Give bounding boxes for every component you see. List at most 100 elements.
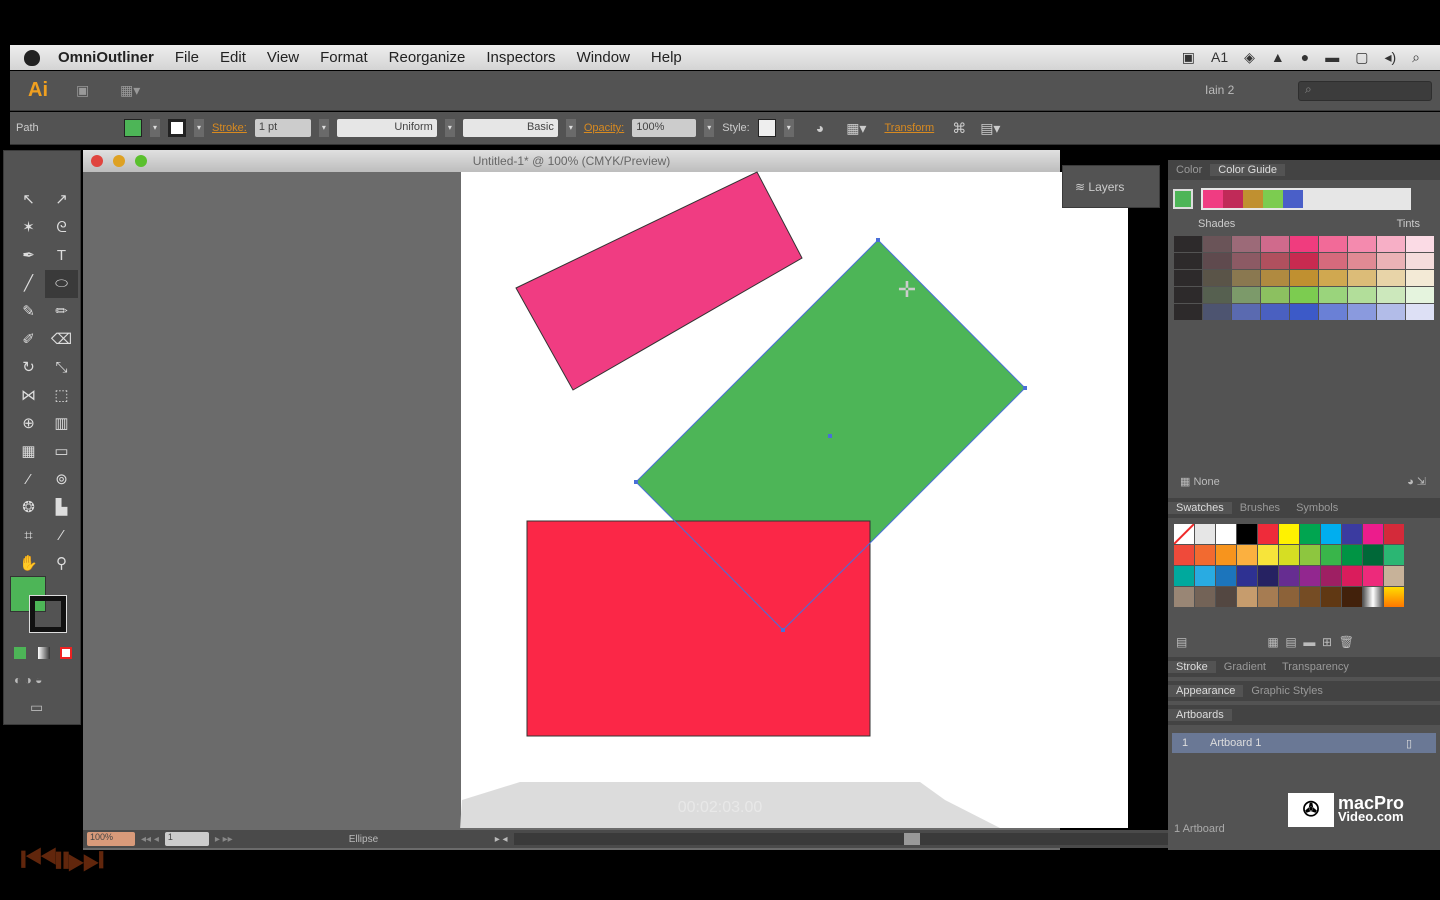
tab-color[interactable]: Color [1168,164,1210,176]
base-color-swatch[interactable] [1173,189,1193,209]
color-guide-swatch[interactable] [1377,253,1405,269]
chevron-down-icon[interactable]: ▾ [194,119,204,137]
swatch[interactable] [1195,566,1215,586]
tab-brushes[interactable]: Brushes [1232,502,1288,514]
color-guide-swatch[interactable] [1319,270,1347,286]
swatch[interactable] [1279,566,1299,586]
swatch[interactable] [1363,566,1383,586]
menu-app[interactable]: OmniOutliner [58,49,154,66]
color-guide-swatch[interactable] [1261,253,1289,269]
chevron-down-icon[interactable]: ▾ [565,119,576,137]
selection-tool-icon[interactable]: ↖ [12,186,45,214]
color-guide-swatch[interactable] [1174,304,1202,320]
menu-view[interactable]: View [267,49,299,66]
none-mode-button[interactable] [60,647,72,659]
swatch[interactable] [1195,524,1215,544]
swatch[interactable] [1384,545,1404,565]
artboard-row[interactable]: 1 Artboard 1 ▯ [1172,733,1436,753]
chevron-down-icon[interactable]: ▾ [318,119,329,137]
tab-graphic-styles[interactable]: Graphic Styles [1243,685,1331,697]
menu-file[interactable]: File [175,49,199,66]
tab-artboards[interactable]: Artboards [1168,709,1232,721]
display-icon[interactable]: ▬ [1325,49,1339,66]
swatch[interactable] [1216,566,1236,586]
tab-color-guide[interactable]: Color Guide [1210,164,1285,176]
swatch[interactable] [1384,587,1404,607]
width-tool-icon[interactable]: ⋈ [12,382,45,410]
color-guide-swatch[interactable] [1261,304,1289,320]
swatch[interactable] [1342,545,1362,565]
artboard-nav-prev[interactable]: ◂◂ ◂ [141,834,159,845]
color-guide-swatch[interactable] [1290,253,1318,269]
color-guide-swatch[interactable] [1261,270,1289,286]
line-tool-icon[interactable]: ╱ [12,270,45,298]
swatch[interactable] [1300,545,1320,565]
swatch[interactable] [1342,524,1362,544]
swatch[interactable] [1195,545,1215,565]
color-guide-swatch[interactable] [1406,236,1434,252]
color-guide-swatch[interactable] [1377,236,1405,252]
layers-panel-collapsed[interactable]: ≋ Layers [1062,165,1160,208]
align-icon[interactable]: ▦▾ [846,120,866,137]
bridge-icon[interactable]: ▣ [76,82,89,99]
perspective-grid-tool-icon[interactable]: ▥ [45,410,78,438]
swatch[interactable] [1237,566,1257,586]
color-guide-swatch[interactable] [1377,270,1405,286]
swatch[interactable] [1174,524,1194,544]
color-guide-swatch[interactable] [1406,304,1434,320]
color-guide-swatch[interactable] [1319,304,1347,320]
color-guide-swatch[interactable] [1174,287,1202,303]
chevron-down-icon[interactable]: ▾ [444,119,455,137]
color-guide-swatch[interactable] [1348,270,1376,286]
swatch[interactable] [1342,566,1362,586]
color-guide-swatch[interactable] [1232,304,1260,320]
color-guide-swatch[interactable] [1319,287,1347,303]
harmony-color[interactable] [1223,190,1243,208]
color-guide-swatch[interactable] [1203,236,1231,252]
eyedropper-tool-icon[interactable]: ⁄ [12,466,45,494]
apple-icon[interactable] [24,49,40,66]
artboard-options-icon[interactable]: ▯ [1406,737,1436,750]
color-guide-swatch[interactable] [1203,287,1231,303]
swatch[interactable] [1384,524,1404,544]
chevron-down-icon[interactable]: ▾ [150,119,160,137]
stroke-swatch[interactable] [168,119,186,137]
swatch[interactable] [1237,524,1257,544]
menu-reorganize[interactable]: Reorganize [389,49,466,66]
column-graph-tool-icon[interactable]: ▙ [45,494,78,522]
swatch[interactable] [1363,524,1383,544]
variable-width-profile[interactable]: Uniform [336,119,437,137]
transform-link[interactable]: Transform [884,122,934,134]
artboard-number-field[interactable]: 1 [164,832,209,846]
harmony-color[interactable] [1203,190,1223,208]
lasso-tool-icon[interactable]: ᘓ [45,214,78,242]
artboard-tool-icon[interactable]: ⌗ [12,522,45,550]
menu-format[interactable]: Format [320,49,368,66]
ellipse-tool-icon[interactable]: ⬭ [45,270,78,298]
color-guide-swatch[interactable] [1290,287,1318,303]
zoom-tool-icon[interactable]: ⚲ [45,550,78,578]
menu-help[interactable]: Help [651,49,682,66]
minimize-icon[interactable] [113,155,125,167]
color-guide-swatch[interactable] [1174,236,1202,252]
color-guide-swatch[interactable] [1232,253,1260,269]
close-icon[interactable] [91,155,103,167]
opacity-field[interactable]: 100% [632,119,697,137]
color-guide-swatch[interactable] [1377,304,1405,320]
tab-gradient[interactable]: Gradient [1216,661,1274,673]
swatch[interactable] [1300,566,1320,586]
color-guide-swatch[interactable] [1319,253,1347,269]
harmony-color[interactable] [1263,190,1283,208]
sync-icon[interactable]: ● [1301,49,1309,66]
magic-wand-tool-icon[interactable]: ✶ [12,214,45,242]
artboard[interactable] [461,172,1128,828]
tab-swatches[interactable]: Swatches [1168,502,1232,514]
color-guide-swatch[interactable] [1174,253,1202,269]
color-guide-swatch[interactable] [1348,253,1376,269]
color-guide-swatch[interactable] [1406,287,1434,303]
color-guide-swatch[interactable] [1261,236,1289,252]
color-guide-swatch[interactable] [1232,287,1260,303]
chevron-down-icon[interactable]: ▾ [704,119,715,137]
swatch[interactable] [1363,545,1383,565]
fill-swatch[interactable] [124,119,142,137]
